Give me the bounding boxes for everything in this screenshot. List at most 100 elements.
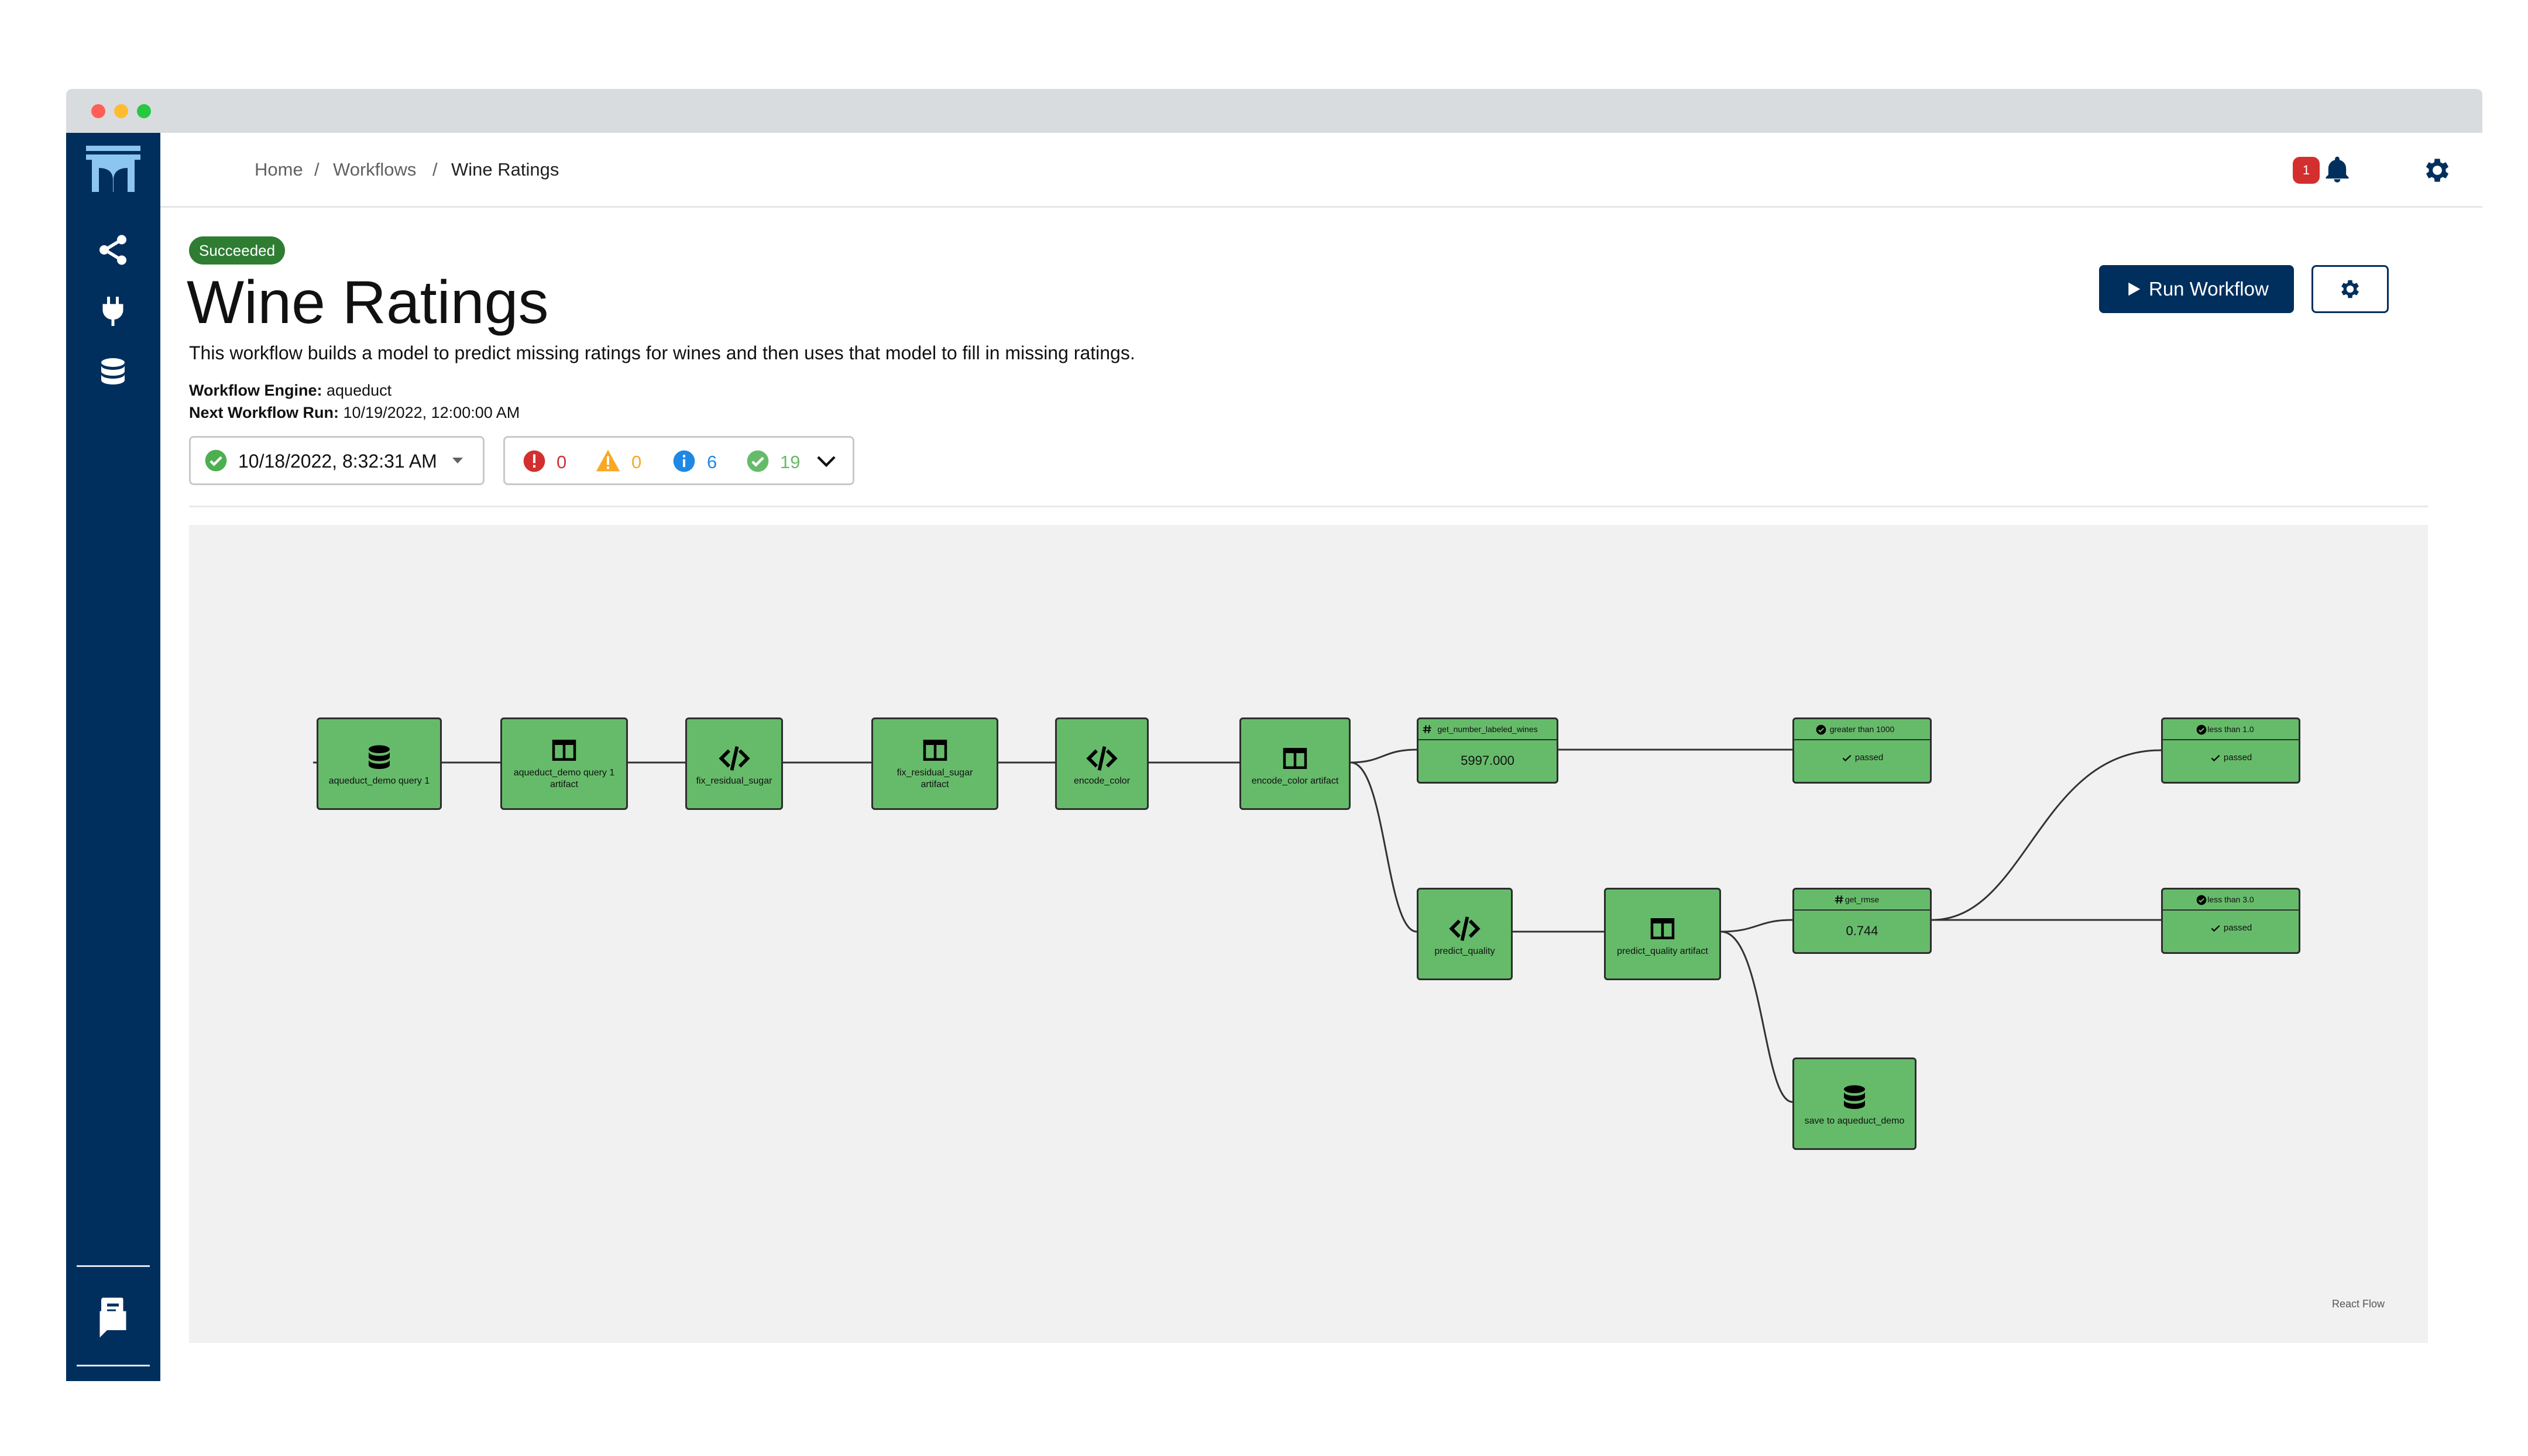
- integrations-plug-icon[interactable]: [95, 294, 130, 329]
- check-status-summary[interactable]: 0 0 6 19: [503, 436, 854, 485]
- page-title: Wine Ratings: [187, 269, 549, 336]
- breadcrumb-separator: /: [314, 159, 320, 180]
- bell-icon[interactable]: [2322, 154, 2352, 185]
- sidebar-divider: [77, 1365, 150, 1366]
- database-icon: [363, 743, 395, 774]
- check-status: passed: [2163, 922, 2299, 934]
- dag-node-artifact[interactable]: encode_color artifact: [1239, 717, 1351, 810]
- breadcrumb-separator: /: [432, 159, 438, 180]
- table-icon: [548, 734, 580, 766]
- settings-gear-icon[interactable]: [2421, 154, 2453, 186]
- play-icon: [2128, 282, 2141, 296]
- table-icon: [1647, 913, 1678, 945]
- window-titlebar: [66, 89, 2482, 133]
- aqueduct-logo[interactable]: [66, 133, 160, 206]
- success-icon: [747, 450, 769, 472]
- workflow-settings-button[interactable]: [2311, 265, 2389, 313]
- next-run-value: 10/19/2022, 12:00:00 AM: [343, 404, 520, 421]
- sidebar-divider: [77, 1265, 150, 1267]
- close-window-button[interactable]: [91, 104, 105, 118]
- breadcrumb-home[interactable]: Home: [255, 159, 303, 180]
- node-label: aqueduct_demo query 1 artifact: [513, 768, 615, 789]
- node-label: less than 1.0: [2207, 724, 2254, 734]
- node-label: aqueduct_demo query 1: [328, 776, 430, 786]
- table-icon: [919, 734, 951, 766]
- edge: [1350, 761, 1417, 933]
- breadcrumb-workflows[interactable]: Workflows: [333, 159, 416, 180]
- check-icon: [2210, 752, 2221, 764]
- dag-node-operator[interactable]: predict_quality: [1417, 888, 1513, 980]
- hash-icon: [1834, 894, 1845, 905]
- workflow-engine-value: aqueduct: [327, 382, 392, 399]
- workflows-share-icon[interactable]: [95, 232, 130, 267]
- dag-node-metric[interactable]: get_number_labeled_wines 5997.000: [1417, 717, 1558, 784]
- dag-node-operator[interactable]: aqueduct_demo query 1: [317, 717, 442, 810]
- workflow-engine-label: Workflow Engine:: [189, 382, 322, 399]
- check-header: less than 1.0: [2163, 719, 2299, 740]
- code-icon: [1084, 743, 1119, 774]
- status-badge: Succeeded: [189, 236, 286, 265]
- workflow-engine: Workflow Engine: aqueduct: [189, 382, 391, 400]
- dag-node-metric[interactable]: get_rmse 0.744: [1792, 888, 1932, 954]
- node-label: less than 3.0: [2207, 895, 2254, 904]
- dag-node-check[interactable]: greater than 1000 passed: [1792, 717, 1932, 784]
- check-status: passed: [1794, 752, 1930, 764]
- node-label: fix_residual_sugar artifact: [897, 768, 973, 789]
- next-workflow-run: Next Workflow Run: 10/19/2022, 12:00:00 …: [189, 404, 520, 422]
- run-date-select[interactable]: 10/18/2022, 8:32:31 AM: [189, 436, 485, 485]
- database-icon: [1839, 1083, 1870, 1114]
- dag-node-operator[interactable]: encode_color: [1055, 717, 1149, 810]
- run-date-value: 10/18/2022, 8:32:31 AM: [238, 451, 437, 472]
- check-icon: [2210, 922, 2221, 934]
- edge: [1350, 748, 1417, 764]
- node-label: encode_color artifact: [1251, 776, 1339, 786]
- dag-node-check[interactable]: less than 3.0 passed: [2161, 888, 2300, 954]
- gear-icon: [2338, 277, 2362, 301]
- dag-node-artifact[interactable]: fix_residual_sugar artifact: [871, 717, 998, 810]
- dag-node-artifact[interactable]: predict_quality artifact: [1604, 888, 1721, 980]
- success-check-icon: [205, 449, 227, 472]
- metric-header: get_rmse: [1794, 890, 1930, 911]
- code-icon: [717, 743, 752, 774]
- table-icon: [1279, 743, 1311, 774]
- chat-icon[interactable]: [95, 1307, 130, 1342]
- warning-count: 0: [631, 452, 642, 472]
- node-label: get_number_labeled_wines: [1437, 724, 1538, 734]
- minimize-window-button[interactable]: [114, 104, 128, 118]
- node-label: predict_quality artifact: [1617, 946, 1708, 956]
- code-icon: [1447, 913, 1482, 945]
- node-label: fix_residual_sugar: [696, 776, 772, 786]
- edge: [1720, 930, 1793, 1103]
- error-icon: [523, 450, 545, 472]
- info-count: 6: [707, 452, 717, 472]
- warning-icon: [596, 449, 620, 472]
- run-workflow-label: Run Workflow: [2149, 278, 2269, 300]
- check-icon: [1841, 752, 1853, 764]
- edge: [1931, 749, 2162, 921]
- notification-count-badge[interactable]: 1: [2293, 157, 2320, 184]
- maximize-window-button[interactable]: [137, 104, 151, 118]
- success-count: 19: [780, 452, 801, 472]
- workflow-description: This workflow builds a model to predict …: [189, 342, 1135, 363]
- caret-down-icon: [452, 458, 463, 463]
- react-flow-attribution[interactable]: React Flow: [2332, 1298, 2385, 1310]
- check-circle-icon: [1815, 724, 1827, 736]
- node-label: save to aqueduct_demo: [1804, 1116, 1905, 1126]
- chevron-down-icon: [817, 456, 836, 468]
- check-header: greater than 1000: [1794, 719, 1930, 740]
- dag-edges: [313, 748, 2162, 1103]
- check-circle-icon: [2196, 894, 2207, 906]
- hash-icon: [1422, 724, 1433, 734]
- data-database-icon[interactable]: [95, 355, 130, 390]
- workflow-dag-canvas[interactable]: aqueduct_demo query 1 aqueduct_demo quer…: [189, 525, 2428, 1343]
- info-icon: [673, 450, 695, 472]
- run-workflow-button[interactable]: Run Workflow: [2099, 265, 2294, 313]
- node-label: encode_color: [1073, 776, 1131, 786]
- dag-node-artifact[interactable]: aqueduct_demo query 1 artifact: [500, 717, 628, 810]
- check-status: passed: [2163, 752, 2299, 764]
- error-count: 0: [557, 452, 567, 472]
- dag-node-operator[interactable]: fix_residual_sugar: [685, 717, 783, 810]
- dag-node-check[interactable]: less than 1.0 passed: [2161, 717, 2300, 784]
- dag-node-operator[interactable]: save to aqueduct_demo: [1792, 1057, 1916, 1150]
- node-label: get_rmse: [1845, 895, 1880, 904]
